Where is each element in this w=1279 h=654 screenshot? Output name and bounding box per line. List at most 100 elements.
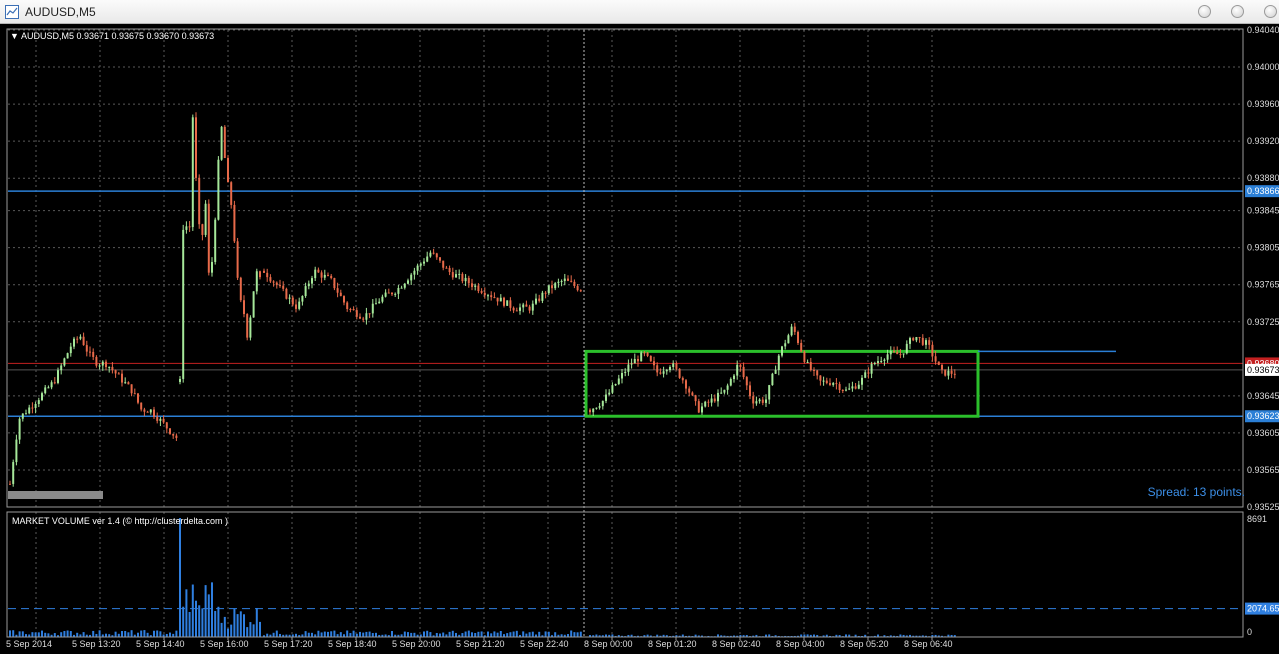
candle-body (133, 393, 136, 395)
candle-body (304, 286, 307, 297)
candle-body (713, 398, 716, 402)
volume-bar (272, 632, 275, 637)
volume-bar (410, 632, 413, 637)
candle-body (848, 388, 851, 390)
minimize-button[interactable] (1198, 5, 1211, 18)
candle-body (570, 280, 573, 282)
candle-body (214, 219, 217, 262)
candle-body (672, 363, 675, 367)
candle-body (455, 274, 457, 278)
candle-body (854, 386, 857, 389)
candle-body (822, 380, 825, 382)
candle-body (207, 203, 210, 273)
candle-body (375, 303, 377, 305)
volume-bar (570, 630, 573, 637)
volume-bar (137, 632, 139, 637)
candle-body (912, 338, 915, 341)
candle-body (771, 373, 774, 386)
candle-body (662, 371, 665, 374)
candle-body (263, 270, 265, 273)
candle-body (101, 361, 104, 366)
candle-body (739, 364, 742, 367)
volume-bar (246, 627, 249, 637)
volume-bar (528, 632, 531, 637)
time-axis-label: 5 Sep 16:00 (200, 639, 249, 649)
scroll-indicator (8, 491, 103, 499)
candle-body (419, 263, 422, 266)
candle-body (547, 285, 550, 294)
volume-bar (493, 631, 496, 637)
candle-body (458, 273, 461, 275)
volume-bar (435, 632, 438, 637)
collapse-triangle-icon[interactable]: ▼ (10, 31, 19, 41)
candle-body (169, 428, 171, 434)
volume-bar (207, 594, 210, 637)
volume-bar (547, 631, 550, 637)
candle-body (544, 292, 547, 294)
candle-body (867, 372, 870, 374)
candle-body (765, 399, 767, 403)
volume-bar (204, 585, 207, 637)
candle-body (829, 383, 831, 385)
candle-body (877, 361, 879, 364)
candle-body (621, 372, 623, 379)
close-button[interactable] (1264, 5, 1277, 18)
candle-body (496, 297, 499, 302)
price-chart[interactable]: 0.938660.936230.936800.93673 2074.65 0.9… (0, 25, 1279, 649)
candle-body (317, 269, 320, 273)
candle-body (576, 286, 579, 291)
candle-body (461, 273, 464, 282)
volume-bar (169, 632, 171, 637)
candle-body (806, 361, 809, 363)
candle-body (230, 182, 233, 205)
candle-body (918, 337, 921, 339)
candle-body (108, 366, 111, 368)
volume-bar (352, 630, 355, 637)
candle-body (31, 407, 34, 409)
volume-bar (359, 631, 361, 637)
candle-body (198, 177, 201, 225)
volume-bar (403, 631, 406, 637)
volume-bar (499, 630, 502, 637)
candle-body (60, 365, 63, 371)
candle-body (426, 256, 429, 262)
candle-body (391, 292, 393, 295)
candle-body (223, 126, 226, 158)
candle-body (720, 392, 723, 394)
price-axis-label: 0.94040 (1247, 25, 1279, 35)
candle-body (493, 297, 496, 299)
candle-body (269, 277, 272, 282)
candle-body (243, 300, 245, 315)
candle-body (439, 257, 441, 261)
candle-body (175, 435, 178, 438)
candle-body (512, 307, 515, 311)
candle-body (899, 354, 902, 356)
candle-body (784, 343, 787, 347)
candle-body (272, 281, 275, 283)
candle-body (937, 361, 940, 365)
volume-bar (195, 600, 197, 637)
volume-bar (538, 631, 541, 637)
candle-body (726, 385, 729, 390)
candle-body (266, 272, 269, 278)
volume-bar (82, 632, 85, 637)
candle-body (400, 287, 403, 289)
restore-button[interactable] (1231, 5, 1244, 18)
candle-body (37, 400, 40, 405)
candle-body (893, 350, 895, 352)
volume-bar (275, 630, 278, 637)
chart-window-icon (5, 5, 19, 19)
candle-body (519, 307, 521, 311)
volume-bar (544, 631, 547, 637)
candle-body (464, 277, 467, 282)
volume-bar (349, 633, 352, 637)
candle-body (255, 271, 258, 292)
candle-body (915, 337, 918, 341)
candle-body (50, 382, 53, 388)
candle-body (931, 344, 934, 357)
candle-body (9, 483, 11, 485)
chart-area[interactable]: 0.93866 0.93623 0.93680 0.93673 2074.65 0.9… (0, 25, 1279, 649)
candle-body (691, 392, 694, 396)
volume-bar (223, 616, 226, 637)
candle-body (259, 271, 261, 278)
